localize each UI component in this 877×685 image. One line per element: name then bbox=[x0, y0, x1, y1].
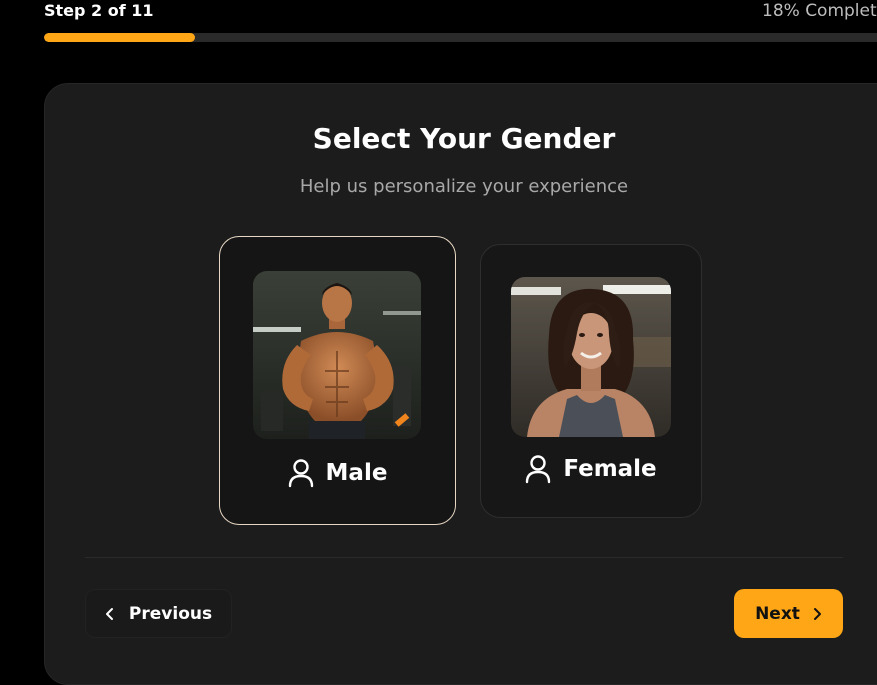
user-icon bbox=[526, 455, 551, 484]
next-label: Next bbox=[755, 603, 800, 624]
next-button[interactable]: Next bbox=[734, 589, 843, 638]
divider bbox=[85, 557, 843, 558]
chevron-left-icon bbox=[105, 607, 113, 620]
female-label: Female bbox=[563, 456, 657, 482]
step-indicator: Step 2 of 11 bbox=[44, 1, 154, 20]
male-label: Male bbox=[325, 460, 388, 486]
gender-option-male[interactable]: Male bbox=[219, 236, 456, 525]
male-athlete-photo bbox=[253, 271, 421, 439]
page-subtitle: Help us personalize your experience bbox=[299, 176, 629, 197]
user-icon bbox=[288, 459, 313, 488]
progress-bar-fill bbox=[44, 33, 196, 42]
gender-option-label-male: Male bbox=[220, 458, 455, 488]
gender-option-label-female: Female bbox=[481, 454, 701, 484]
previous-button[interactable]: Previous bbox=[85, 589, 232, 638]
page-title: Select Your Gender bbox=[312, 122, 616, 155]
progress-percent: 18% Complete bbox=[762, 1, 877, 21]
female-athlete-photo bbox=[511, 277, 671, 437]
previous-label: Previous bbox=[128, 603, 213, 624]
progress-bar bbox=[44, 33, 877, 42]
chevron-right-icon bbox=[813, 607, 821, 620]
gender-option-female[interactable]: Female bbox=[480, 244, 702, 518]
